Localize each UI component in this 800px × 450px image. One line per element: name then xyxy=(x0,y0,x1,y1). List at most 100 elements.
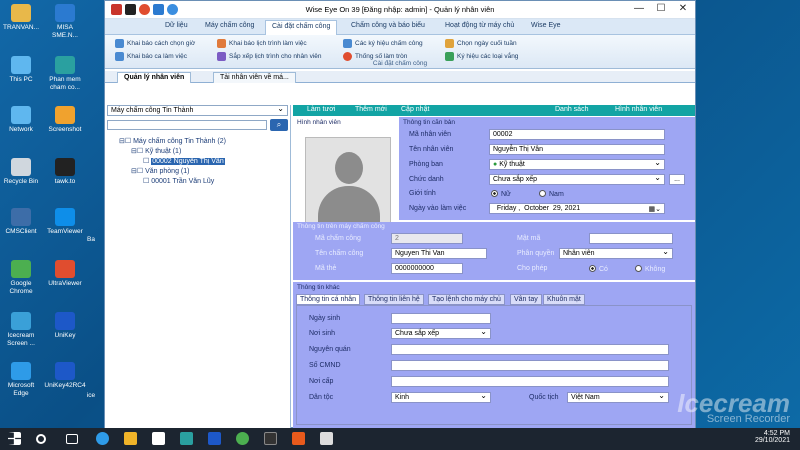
tree-dept-ky-thuat[interactable]: ⊟☐ Kỹ thuật (1) xyxy=(131,147,181,155)
desktop-icon-label: tawk.to xyxy=(54,178,76,185)
search-button[interactable]: ⌕ xyxy=(270,119,288,131)
tab-face[interactable]: Khuôn mặt xyxy=(543,294,585,305)
desktop-icon[interactable]: UltraViewer xyxy=(44,260,86,288)
ribbon-ky-hieu[interactable]: Các ký hiệu chấm công xyxy=(343,39,423,48)
tab-cham-cong-bao-bieu[interactable]: Chấm công và báo biểu xyxy=(351,22,425,29)
tab-cai-dat-cham-cong[interactable]: Cài đặt chấm công xyxy=(265,20,338,35)
ethnic-select[interactable]: Kinh xyxy=(391,391,491,403)
desktop-icon[interactable]: tawk.to xyxy=(44,158,86,186)
tab-fingerprint[interactable]: Vân tay xyxy=(510,294,542,305)
password-field[interactable] xyxy=(589,233,673,244)
minimize-button[interactable]: — xyxy=(629,3,649,14)
birth-field[interactable] xyxy=(391,313,491,324)
gender-female-radio[interactable]: Nữ xyxy=(491,190,511,198)
ribbon-lich-trinh[interactable]: Khai báo lịch trình làm việc xyxy=(217,39,307,48)
mail-icon[interactable] xyxy=(208,432,221,445)
desktop-icon-label: Icecream Screen ... xyxy=(7,332,35,347)
title-more-button[interactable]: ... xyxy=(669,174,685,185)
store-icon[interactable] xyxy=(152,432,165,445)
tree-dept-van-phong[interactable]: ⊟☐ Văn phòng (1) xyxy=(131,167,189,175)
close-button[interactable]: ✕ xyxy=(673,3,693,14)
explorer-icon[interactable] xyxy=(124,432,137,445)
misa-icon xyxy=(55,4,75,22)
tree-emp-00001[interactable]: ☐ 00001 Trần Văn Lũy xyxy=(143,177,214,185)
issued-field[interactable] xyxy=(391,376,669,387)
gender-male-radio[interactable]: Nam xyxy=(539,190,564,198)
edge-taskbar-icon[interactable] xyxy=(96,432,109,445)
tab-contact[interactable]: Thông tin liên hệ xyxy=(364,294,424,305)
refresh-button[interactable]: Làm tươi xyxy=(307,106,335,113)
search-icon: ⌕ xyxy=(276,120,282,129)
app-window: Wise Eye On 39 [Đăng nhập: admin] - Quản… xyxy=(104,0,696,428)
add-button[interactable]: Thêm mới xyxy=(355,106,387,113)
maximize-button[interactable]: ☐ xyxy=(651,3,671,14)
recorder-taskbar-icon[interactable] xyxy=(292,432,305,445)
emp-name-field[interactable]: Nguyễn Thị Vân xyxy=(489,144,665,155)
start-icon[interactable] xyxy=(8,432,21,445)
taskbar: 4:52 PM 29/10/2021 xyxy=(0,428,800,450)
photo-button[interactable]: Hình nhân viên xyxy=(615,106,662,113)
tab-personal[interactable]: Thông tin cá nhân xyxy=(296,294,361,305)
tab-wise-eye[interactable]: Wise Eye xyxy=(531,22,561,29)
desktop-icon[interactable]: UniKey xyxy=(44,312,86,340)
device-section-label: Thông tin trên máy chấm công xyxy=(297,223,385,230)
photo-section-label: Hình nhân viên xyxy=(297,119,341,126)
task-view-icon[interactable] xyxy=(66,434,78,444)
id-field[interactable] xyxy=(391,360,669,371)
device-code-field: 2 xyxy=(391,233,463,244)
wise-eye-taskbar-icon[interactable] xyxy=(320,432,333,445)
allow-no-radio[interactable]: Không xyxy=(635,265,665,273)
clock-settings-icon xyxy=(115,39,124,48)
employee-photo[interactable] xyxy=(305,137,391,223)
card-field[interactable]: 0000000000 xyxy=(391,263,463,274)
desktop-icon[interactable]: UniKey42RC4 xyxy=(44,362,86,390)
desktop-icon[interactable]: TRANVAN... xyxy=(0,4,42,32)
device-select[interactable]: Máy chấm công Tin Thành xyxy=(107,104,288,116)
ribbon-khai-bao-cach-chon-gio[interactable]: Khai báo cách chọn giờ xyxy=(115,39,195,48)
tab-server-command[interactable]: Tạo lệnh cho máy chủ xyxy=(428,294,505,305)
tab-du-lieu[interactable]: Dữ liệu xyxy=(165,22,188,29)
origin-field[interactable] xyxy=(391,344,669,355)
allow-yes-radio[interactable]: Có xyxy=(589,265,608,273)
chrome-icon xyxy=(11,260,31,278)
desktop-icon[interactable]: Phan mem cham co... xyxy=(44,56,86,92)
tree-root[interactable]: ⊟☐ Máy chấm công Tin Thành (2) xyxy=(119,137,226,145)
desktop-icon[interactable]: This PC xyxy=(0,56,42,84)
screenshot-taskbar-icon[interactable] xyxy=(264,432,277,445)
tab-hoat-dong-may-chu[interactable]: Hoạt động từ máy chủ xyxy=(445,22,514,29)
emp-code-field[interactable]: 00002 xyxy=(489,129,665,140)
desktop-icon[interactable]: Network xyxy=(0,106,42,134)
desktop-icon[interactable]: Icecream Screen ... xyxy=(0,312,42,348)
desktop-icon[interactable]: TeamViewer xyxy=(44,208,86,236)
check-icon: ● xyxy=(493,161,498,168)
update-button[interactable]: Cập nhật xyxy=(401,106,429,113)
title-select[interactable]: Chưa sắp xếp xyxy=(489,173,665,185)
device-name-field[interactable]: Nguyen Thi Van xyxy=(391,248,487,259)
desktop-icon[interactable]: MISA SME.N... xyxy=(44,4,86,40)
app-taskbar-icon[interactable] xyxy=(180,432,193,445)
search-taskbar-icon[interactable] xyxy=(36,434,46,444)
tree-emp-00002[interactable]: ☐ 00002 Nguyễn Thị Vân xyxy=(143,157,225,165)
desktop-icon[interactable]: Google Chrome xyxy=(0,260,42,296)
desktop-icon[interactable]: Screenshot xyxy=(44,106,86,134)
tab-quan-ly-nhan-vien[interactable]: Quản lý nhân viên xyxy=(117,72,192,83)
search-input[interactable] xyxy=(107,120,267,130)
chrome-taskbar-icon[interactable] xyxy=(236,432,249,445)
tab-may-cham-cong[interactable]: Máy chấm công xyxy=(205,22,254,29)
ribbon-ngay-cuoi-tuan[interactable]: Chọn ngày cuối tuần xyxy=(445,39,517,48)
list-button[interactable]: Danh sách xyxy=(555,106,588,113)
password-label: Mật mã xyxy=(517,235,541,242)
allow-label: Cho phép xyxy=(517,265,548,272)
birthplace-select[interactable]: Chưa sắp xếp xyxy=(391,327,491,339)
role-select[interactable]: Nhân viên xyxy=(559,247,673,259)
desktop-icon[interactable]: Microsoft Edge xyxy=(0,362,42,398)
desktop-icon[interactable]: CMSClient xyxy=(0,208,42,236)
teamviewer-icon xyxy=(55,208,75,226)
birthplace-label: Nơi sinh xyxy=(309,330,335,337)
desktop-icon[interactable]: Recycle Bin xyxy=(0,158,42,186)
clock[interactable]: 4:52 PM 29/10/2021 xyxy=(755,430,790,444)
dept-select[interactable]: ● Kỹ thuật xyxy=(489,158,665,170)
nation-select[interactable]: Việt Nam xyxy=(567,391,669,403)
tab-tai-nhan-vien[interactable]: Tải nhân viên về má... xyxy=(213,72,296,83)
start-date-picker[interactable]: Friday , October 29, 2021 ▦⌄ xyxy=(489,203,665,214)
